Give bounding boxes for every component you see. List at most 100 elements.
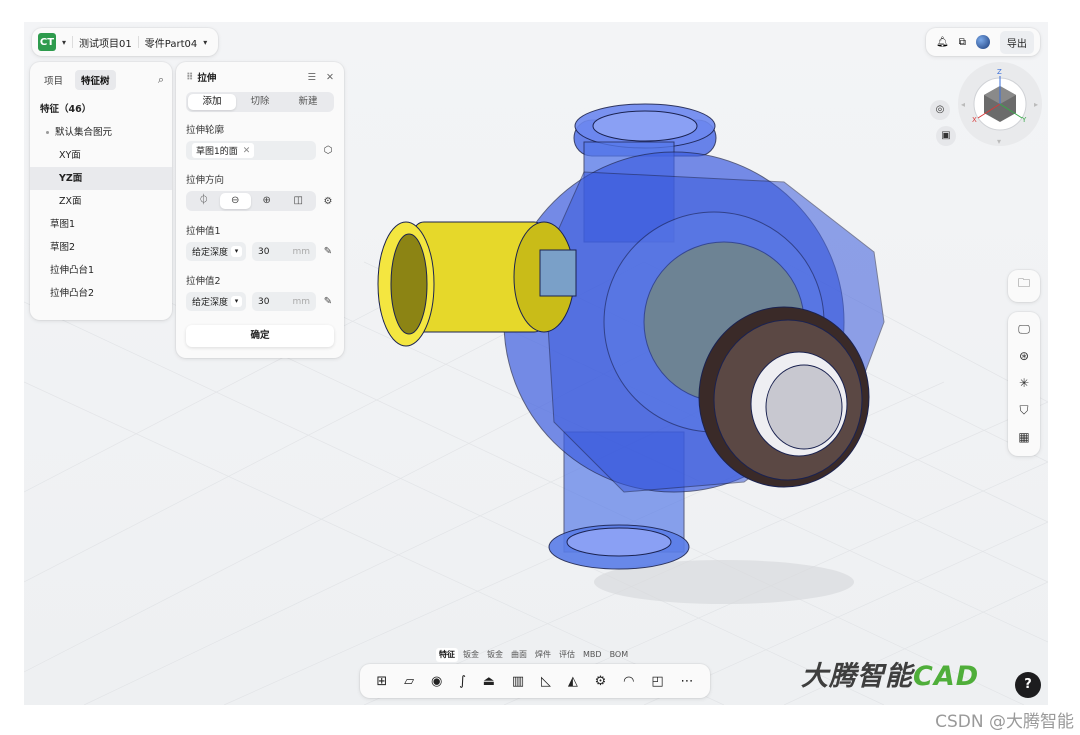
tree-item-boss2[interactable]: 拉伸凸台2 bbox=[30, 282, 172, 305]
part-selector[interactable]: 零件Part04 bbox=[145, 35, 197, 50]
export-button[interactable]: 导出 bbox=[999, 30, 1034, 54]
tab-feature-tree[interactable]: 特征树 bbox=[75, 70, 116, 90]
profile-label: 拉伸轮廓 bbox=[186, 125, 225, 136]
shell-icon[interactable]: ◠ bbox=[623, 674, 634, 689]
remove-chip-icon[interactable]: ✕ bbox=[243, 146, 251, 156]
feature-toolbar: ⊞ ▱ ◉ ∫ ⏏ ▥ ◺ ◭ ⚙ ◠ ◰ ⋯ bbox=[360, 664, 710, 698]
feature-count-header: 特征（46） bbox=[40, 104, 92, 115]
chevron-down-icon: ▾ bbox=[231, 296, 242, 307]
mode-new[interactable]: 新建 bbox=[284, 94, 332, 110]
confirm-button[interactable]: 确定 bbox=[186, 325, 334, 347]
divider bbox=[137, 36, 139, 48]
tab-mbd[interactable]: MBD bbox=[580, 648, 605, 662]
tree-item-boss1[interactable]: 拉伸凸台1 bbox=[30, 259, 172, 282]
chevron-down-icon[interactable]: ▾ bbox=[62, 38, 66, 47]
svg-text:▸: ▸ bbox=[1034, 100, 1038, 109]
divider bbox=[72, 36, 74, 48]
tab-bom[interactable]: BOM bbox=[607, 648, 632, 662]
direction-symmetric-icon[interactable]: ⏀ bbox=[188, 193, 220, 209]
tree-item-zx-plane[interactable]: ZX面 bbox=[30, 190, 172, 213]
tab-surface[interactable]: 曲面 bbox=[508, 648, 530, 662]
project-name[interactable]: 测试项目01 bbox=[79, 35, 132, 50]
chamfer-icon[interactable]: ◭ bbox=[568, 674, 578, 689]
gear-icon[interactable]: ⚙ bbox=[595, 674, 607, 689]
tree-item-sketch2[interactable]: 草图2 bbox=[30, 236, 172, 259]
valve-model[interactable] bbox=[377, 103, 885, 570]
tree-item-sketch1[interactable]: 草图1 bbox=[30, 213, 172, 236]
extrude-panel: ⠿ 拉伸 ☰ ✕ 添加 切除 新建 拉伸轮廓 草图1的面 ✕ ⬡ 拉伸方向 ⏀ ⊖… bbox=[176, 62, 344, 358]
edit-icon[interactable]: ✎ bbox=[322, 246, 334, 257]
value1-label: 拉伸值1 bbox=[186, 226, 221, 237]
direction-label: 拉伸方向 bbox=[186, 175, 225, 186]
appearance-icon[interactable]: ⊛ bbox=[1019, 343, 1029, 370]
tab-project[interactable]: 项目 bbox=[38, 70, 69, 90]
value2-input[interactable]: 30 mm bbox=[252, 292, 316, 311]
mode-cut[interactable]: 切除 bbox=[236, 94, 284, 110]
rib-icon[interactable]: ▥ bbox=[512, 674, 524, 689]
right-toolbar: 🖵 ⊛ ✳ ⛉ ▦ bbox=[1008, 312, 1040, 456]
watermark: CSDN @大腾智能 bbox=[935, 712, 1074, 732]
value2-label: 拉伸值2 bbox=[186, 276, 221, 287]
direction-both-icon[interactable]: ⊕ bbox=[251, 193, 283, 209]
tab-sheetmetal[interactable]: 钣金 bbox=[460, 648, 482, 662]
monitor-icon[interactable]: 🖵 bbox=[1018, 316, 1030, 343]
tree-item-yz-plane[interactable]: YZ面 bbox=[30, 167, 172, 190]
tree-item-xy-plane[interactable]: XY面 bbox=[30, 144, 172, 167]
cube-icon[interactable]: ⬡ bbox=[322, 145, 334, 156]
chevron-down-icon[interactable]: ▾ bbox=[203, 38, 207, 47]
panel-title: 拉伸 bbox=[197, 73, 217, 84]
draft-icon[interactable]: ◰ bbox=[651, 674, 663, 689]
fillet-icon[interactable]: ◺ bbox=[541, 674, 551, 689]
sweep-icon[interactable]: ∫ bbox=[459, 674, 466, 689]
table-icon[interactable]: ▦ bbox=[1018, 424, 1029, 451]
close-icon[interactable]: ✕ bbox=[326, 72, 334, 83]
share-icon[interactable]: ⧉ bbox=[959, 37, 966, 48]
drag-handle-icon[interactable]: ⠿ bbox=[186, 72, 193, 83]
folder-icon[interactable]: 🗀 bbox=[1018, 270, 1030, 297]
display-mode-icon[interactable]: ▣ bbox=[936, 126, 956, 146]
avatar[interactable] bbox=[975, 35, 990, 49]
direction-custom-icon[interactable]: ◫ bbox=[283, 193, 315, 209]
project-header: CT ▾ 测试项目01 零件Part04 ▾ bbox=[32, 28, 218, 56]
cad-app: CT ▾ 测试项目01 零件Part04 ▾ 🔔︎ ⧉ 导出 项目 特征树 ⌕ … bbox=[24, 22, 1048, 705]
bell-icon[interactable]: 🔔︎ bbox=[936, 37, 949, 48]
app-logo-icon[interactable]: CT bbox=[38, 33, 56, 51]
direction-segmented: ⏀ ⊖ ⊕ ◫ bbox=[186, 191, 316, 211]
search-icon[interactable]: ⌕ bbox=[158, 73, 164, 87]
view-cube[interactable]: Z X Y ◂ ▸ ▾ bbox=[958, 62, 1042, 146]
collapse-icon[interactable]: ☰ bbox=[308, 72, 317, 83]
profile-chip: 草图1的面 bbox=[196, 147, 238, 157]
settings-sliders-icon[interactable]: ⚙ bbox=[322, 196, 334, 207]
chevron-down-icon: ▾ bbox=[231, 246, 242, 257]
svg-text:◂: ◂ bbox=[961, 100, 965, 109]
bottom-tabs: 特征 钣金 钣金 曲面 焊件 评估 MBD BOM bbox=[436, 648, 631, 662]
tree-item-default-set[interactable]: 默认集合图元 bbox=[30, 121, 172, 144]
bag-icon[interactable]: ⛉ bbox=[1019, 397, 1028, 424]
axis-x-label: X bbox=[972, 116, 977, 124]
fit-view-icon[interactable]: ◎ bbox=[930, 100, 950, 120]
brand-logo: 大腾智能CAD bbox=[801, 661, 980, 692]
value1-type-select[interactable]: 给定深度 ▾ bbox=[186, 242, 246, 261]
loft-icon[interactable]: ⏏ bbox=[483, 674, 495, 689]
tab-evaluate[interactable]: 评估 bbox=[556, 648, 578, 662]
extrude-icon[interactable]: ▱ bbox=[404, 674, 414, 689]
mode-segmented: 添加 切除 新建 bbox=[186, 92, 334, 112]
direction-one-side-icon[interactable]: ⊖ bbox=[219, 193, 251, 209]
more-icon[interactable]: ⋯ bbox=[680, 674, 693, 689]
axis-z-label: Z bbox=[997, 68, 1002, 76]
profile-field[interactable]: 草图1的面 ✕ bbox=[186, 141, 316, 160]
axis-y-label: Y bbox=[1021, 116, 1027, 124]
tab-weldment[interactable]: 焊件 bbox=[532, 648, 554, 662]
tab-feature[interactable]: 特征 bbox=[436, 648, 458, 662]
value2-type-select[interactable]: 给定深度 ▾ bbox=[186, 292, 246, 311]
add-feature-icon[interactable]: ⊞ bbox=[376, 674, 387, 689]
tab-sheetmetal-2[interactable]: 钣金 bbox=[484, 648, 506, 662]
feature-tree-panel: 项目 特征树 ⌕ 特征（46） 默认集合图元 XY面 YZ面 ZX面 草图1 草… bbox=[30, 62, 172, 320]
top-right-bar: 🔔︎ ⧉ 导出 bbox=[926, 28, 1040, 56]
edit-icon[interactable]: ✎ bbox=[322, 296, 334, 307]
explode-icon[interactable]: ✳ bbox=[1019, 370, 1029, 397]
help-button[interactable]: ? bbox=[1015, 672, 1041, 698]
mode-add[interactable]: 添加 bbox=[188, 94, 236, 110]
revolve-icon[interactable]: ◉ bbox=[431, 674, 442, 689]
value1-input[interactable]: 30 mm bbox=[252, 242, 316, 261]
